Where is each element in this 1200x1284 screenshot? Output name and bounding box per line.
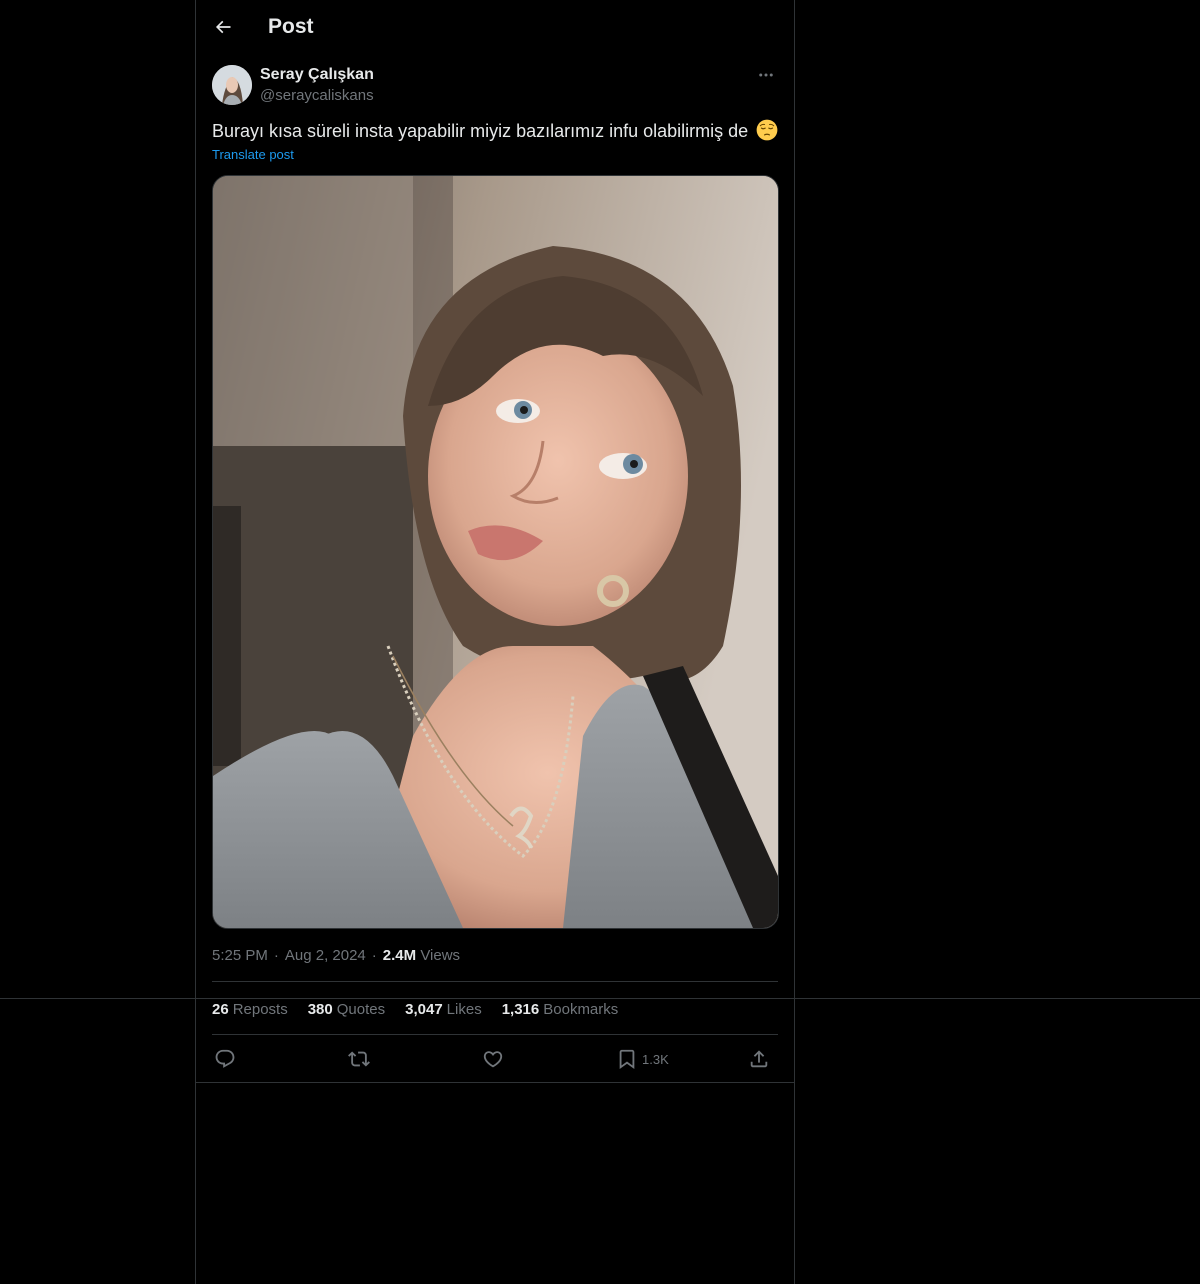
reposts-label: Reposts bbox=[232, 1001, 288, 1018]
post-stats: 26 Reposts 380 Quotes 3,047 Likes 1,316 Bookmar… bbox=[212, 998, 638, 1022]
post-author: Seray Çalışkan @seraycaliskans bbox=[212, 64, 778, 108]
likes-stat[interactable]: 3,047 Likes bbox=[405, 998, 482, 1022]
author-handle[interactable]: @seraycaliskans bbox=[260, 85, 374, 107]
reply-button[interactable] bbox=[214, 1046, 236, 1072]
meta-separator: · bbox=[371, 947, 377, 964]
divider bbox=[196, 1082, 794, 1083]
page-divider bbox=[0, 998, 1200, 999]
reply-icon bbox=[215, 1049, 235, 1068]
translate-post-link[interactable]: Translate post bbox=[212, 145, 294, 165]
bookmarks-label: Bookmarks bbox=[543, 1001, 619, 1018]
share-button[interactable] bbox=[748, 1046, 770, 1072]
quotes-count: 380 bbox=[307, 1001, 333, 1018]
views-count: 2.4M bbox=[382, 947, 417, 964]
heart-icon bbox=[483, 1051, 503, 1068]
likes-count: 3,047 bbox=[405, 1001, 443, 1018]
post-media-photo[interactable] bbox=[212, 175, 779, 929]
reposts-count: 26 bbox=[212, 1001, 229, 1018]
avatar-image bbox=[212, 65, 252, 105]
quotes-label: Quotes bbox=[336, 1001, 386, 1018]
back-button[interactable] bbox=[206, 10, 240, 44]
bookmarks-count: 1,316 bbox=[501, 1001, 540, 1018]
primary-column: Post Seray Çalışkan @seraycaliskans Bura… bbox=[195, 0, 795, 1284]
header: Post bbox=[196, 0, 794, 54]
repost-button[interactable] bbox=[348, 1046, 370, 1072]
more-dots-icon bbox=[759, 73, 773, 77]
reposts-stat[interactable]: 26 Reposts bbox=[212, 998, 288, 1022]
post-time[interactable]: 5:25 PM bbox=[212, 947, 268, 964]
bookmarks-stat[interactable]: 1,316 Bookmarks bbox=[502, 998, 619, 1022]
views-label: Views bbox=[420, 947, 461, 964]
like-button[interactable] bbox=[482, 1046, 504, 1072]
bookmark-button[interactable]: 1.3K bbox=[616, 1046, 669, 1072]
share-icon bbox=[750, 1050, 768, 1068]
likes-label: Likes bbox=[446, 1001, 482, 1018]
divider bbox=[212, 981, 778, 982]
more-options-button[interactable] bbox=[754, 64, 778, 86]
action-bar: 1.3K bbox=[212, 1046, 778, 1072]
avatar[interactable] bbox=[212, 65, 252, 105]
author-display-name[interactable]: Seray Çalışkan bbox=[260, 64, 374, 86]
repost-icon bbox=[348, 1051, 370, 1067]
pensive-face-emoji-icon bbox=[756, 119, 778, 141]
post-date[interactable]: Aug 2, 2024 bbox=[285, 947, 366, 964]
quotes-stat[interactable]: 380 Quotes bbox=[308, 998, 385, 1022]
post-text-content: Burayı kısa süreli insta yapabilir miyiz… bbox=[212, 121, 749, 141]
divider bbox=[212, 1034, 778, 1035]
meta-separator: · bbox=[273, 947, 279, 964]
post-text: Burayı kısa süreli insta yapabilir miyiz… bbox=[212, 118, 778, 144]
bookmark-icon bbox=[619, 1049, 635, 1070]
page: Post Seray Çalışkan @seraycaliskans Bura… bbox=[0, 0, 1200, 1284]
selfie-photo bbox=[213, 176, 778, 928]
bookmark-count: 1.3K bbox=[642, 1051, 669, 1067]
post-meta: 5:25 PM · Aug 2, 2024 · 2.4M Views bbox=[212, 944, 460, 968]
page-title: Post bbox=[268, 15, 314, 38]
back-arrow-icon bbox=[215, 20, 231, 34]
